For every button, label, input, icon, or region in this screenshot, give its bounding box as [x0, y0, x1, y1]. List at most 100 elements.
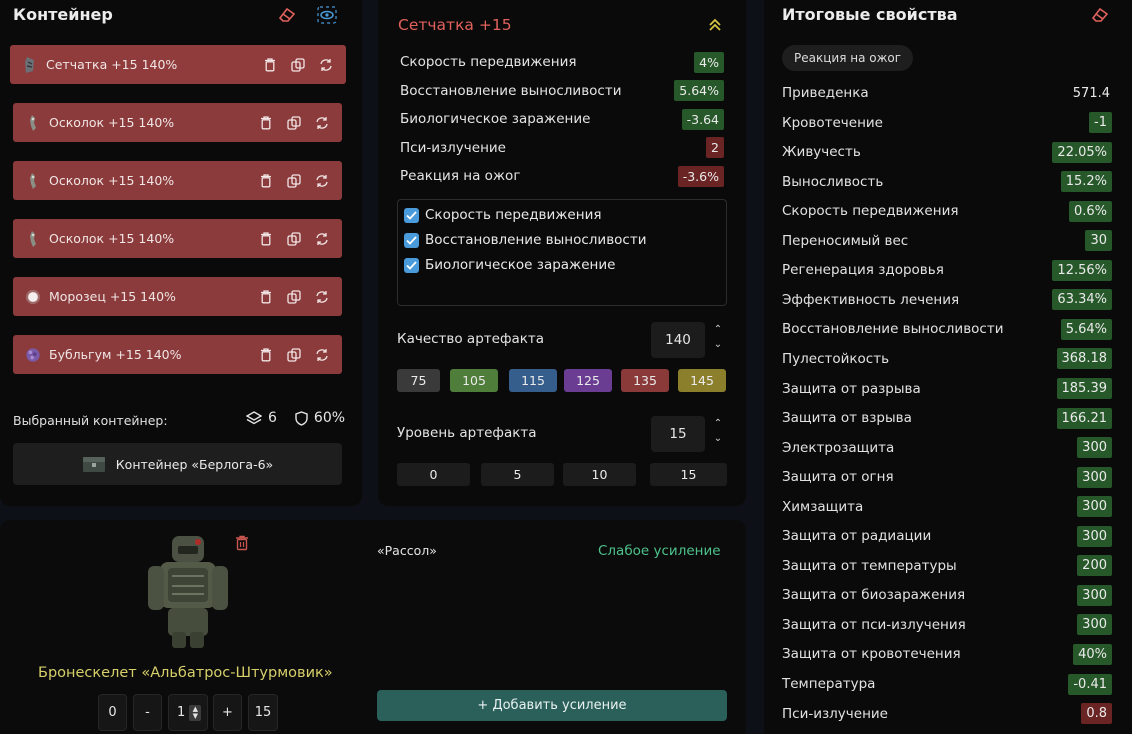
replace-icon[interactable] [318, 57, 334, 73]
level-input[interactable]: 15 [651, 416, 705, 452]
trash-icon[interactable] [258, 115, 274, 131]
trash-icon[interactable] [258, 289, 274, 305]
replace-icon[interactable] [314, 231, 330, 247]
quality-option-button[interactable]: 125 [564, 369, 612, 392]
replace-icon[interactable] [314, 115, 330, 131]
chevron-down-icon[interactable]: ⌄ [711, 432, 725, 445]
summary-stat-value: 15.2% [1060, 171, 1112, 193]
trash-icon[interactable] [231, 532, 253, 554]
summary-stat-value: 300 [1077, 466, 1112, 488]
chevron-up-icon[interactable]: ⌃ [711, 417, 725, 430]
summary-stat-name: Приведенка [782, 85, 869, 101]
oskolok-artifact-icon [25, 114, 41, 132]
artifact-stat-row: Реакция на ожог -3.6% [400, 164, 724, 188]
armor-minus-button[interactable]: - [133, 694, 162, 731]
replace-icon[interactable] [314, 289, 330, 305]
summary-stat-row: Восстановление выносливости 5.64% [782, 317, 1112, 341]
eye-icon[interactable] [316, 4, 338, 26]
summary-stat-value: 63.34% [1052, 289, 1112, 311]
level-option-button[interactable]: 10 [563, 463, 636, 486]
filter-chip[interactable]: Реакция на ожог [782, 45, 914, 71]
container-artifact-row[interactable]: Сетчатка +15 140% [10, 45, 346, 84]
summary-stat-row: Электрозащита 300 [782, 436, 1112, 460]
container-artifact-row[interactable]: Морозец +15 140% [13, 277, 342, 316]
copy-icon[interactable] [290, 57, 306, 73]
summary-stat-row: Защита от пси-излучения 300 [782, 613, 1112, 637]
armor-plus-button[interactable]: + [213, 694, 242, 731]
stat-value: 5.64% [674, 80, 724, 102]
spinner-arrows-icon[interactable]: ▲ ▼ [189, 704, 202, 721]
add-boost-button[interactable]: + Добавить усиление [377, 690, 727, 721]
summary-stat-value: 300 [1077, 496, 1112, 518]
copy-icon[interactable] [286, 231, 302, 247]
armor-level-value: 1 [177, 705, 186, 720]
summary-stat-value: 200 [1077, 555, 1112, 577]
summary-stat-name: Живучесть [782, 144, 861, 161]
summary-stat-row: Защита от огня 300 [782, 465, 1112, 489]
eraser-icon[interactable] [276, 4, 298, 26]
artifact-row-label: Осколок +15 140% [49, 173, 175, 188]
summary-stat-name: Химзащита [782, 498, 864, 515]
container-artifact-row[interactable]: Бубльгум +15 140% [13, 335, 342, 374]
armor-max-button[interactable]: 15 [248, 694, 278, 731]
checkbox-label: Восстановление выносливости [425, 232, 647, 248]
armor-panel: Бронескелет «Альбатрос-Штурмовик» 0 - 1 … [0, 520, 746, 734]
chevron-up-icon[interactable]: ⌃ [711, 323, 725, 336]
level-option-button[interactable]: 5 [481, 463, 554, 486]
container-select-button[interactable]: Контейнер «Берлога-6» [13, 443, 342, 485]
summary-stat-name: Температура [782, 676, 876, 692]
quality-input[interactable]: 140 [651, 322, 705, 358]
summary-stat-row: Приведенка 571.4 [782, 81, 1112, 105]
stat-name: Пси-излучение [400, 139, 506, 156]
summary-stat-value: 571.4 [1072, 85, 1110, 101]
armor-min-button[interactable]: 0 [98, 694, 127, 731]
trash-icon[interactable] [258, 231, 274, 247]
summary-stat-name: Кровотечение [782, 114, 883, 131]
trash-icon[interactable] [258, 173, 274, 189]
summary-stat-name: Пси-излучение [782, 705, 888, 722]
quality-option-button[interactable]: 75 [397, 369, 440, 392]
quality-option-button[interactable]: 115 [509, 369, 557, 392]
replace-icon[interactable] [314, 347, 330, 363]
summary-stat-row: Эффективность лечения 63.34% [782, 288, 1112, 312]
stat-checkbox[interactable]: Скорость передвижения [404, 207, 601, 223]
quality-option-button[interactable]: 105 [450, 369, 498, 392]
container-box-icon [82, 457, 105, 472]
oskolok-artifact-icon [25, 230, 41, 248]
stat-name: Биологическое заражение [400, 111, 591, 128]
summary-stat-row: Защита от радиации 300 [782, 524, 1112, 548]
checkbox-checked-icon[interactable] [404, 257, 419, 273]
eraser-icon[interactable] [1089, 4, 1111, 26]
double-chevron-up-icon[interactable] [704, 14, 726, 36]
shield-icon [295, 410, 308, 426]
summary-stat-value: 30 [1085, 230, 1112, 252]
stat-value: 2 [706, 137, 724, 159]
copy-icon[interactable] [286, 115, 302, 131]
container-artifact-row[interactable]: Осколок +15 140% [13, 103, 342, 142]
trash-icon[interactable] [258, 347, 274, 363]
replace-icon[interactable] [314, 173, 330, 189]
container-artifact-row[interactable]: Осколок +15 140% [13, 161, 342, 200]
copy-icon[interactable] [286, 289, 302, 305]
summary-stat-name: Защита от разрыва [782, 380, 921, 397]
quality-option-button[interactable]: 145 [678, 369, 726, 392]
copy-icon[interactable] [286, 347, 302, 363]
stat-checkbox[interactable]: Восстановление выносливости [404, 232, 646, 248]
chevron-down-icon[interactable]: ⌄ [711, 338, 725, 351]
copy-icon[interactable] [286, 173, 302, 189]
quality-label: Качество артефакта [397, 331, 545, 347]
summary-stat-row: Пси-излучение 0.8 [782, 702, 1112, 726]
armor-level-input[interactable]: 1 ▲ ▼ [168, 694, 208, 731]
level-option-button[interactable]: 15 [650, 463, 727, 486]
trash-icon[interactable] [262, 57, 278, 73]
artifact-panel: Сетчатка +15 Скорость передвижения 4% Восс… [378, 0, 746, 506]
checkbox-checked-icon[interactable] [404, 207, 419, 223]
setchatka-artifact-icon [22, 56, 38, 74]
stat-checkbox[interactable]: Биологическое заражение [404, 257, 615, 273]
quality-option-button[interactable]: 135 [621, 369, 669, 392]
summary-stat-value: -1 [1089, 112, 1112, 134]
summary-stat-name: Защита от взрыва [782, 410, 912, 427]
checkbox-checked-icon[interactable] [404, 232, 419, 248]
container-artifact-row[interactable]: Осколок +15 140% [13, 219, 342, 258]
level-option-button[interactable]: 0 [397, 463, 470, 486]
